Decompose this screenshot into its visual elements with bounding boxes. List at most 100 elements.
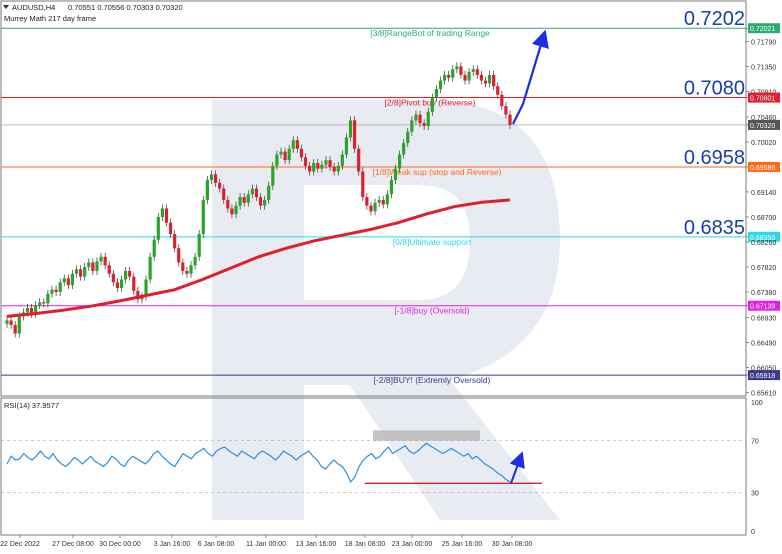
price-tick-label: 0.69140 — [751, 190, 776, 197]
time-tick-label: 6 Jan 08:00 — [198, 541, 235, 548]
rsi-tick-label: 70 — [751, 439, 759, 446]
candle-down — [132, 276, 136, 291]
candle-up — [62, 278, 66, 283]
candle-down — [295, 140, 299, 149]
price-tag-label: 0.70801 — [750, 96, 775, 103]
candle-down — [365, 197, 369, 206]
candle-down — [218, 182, 222, 189]
candle-up — [250, 188, 254, 195]
candle-up — [344, 137, 349, 155]
candle-down — [332, 166, 336, 172]
candle-down — [168, 222, 173, 235]
candle-up — [414, 114, 418, 121]
candle-up — [58, 282, 62, 292]
candle-up — [5, 320, 9, 324]
candle-down — [177, 248, 181, 263]
candle-down — [111, 273, 115, 283]
candle-up — [267, 185, 271, 200]
time-tick-label: 13 Jan 16:00 — [296, 541, 337, 548]
candle-down — [222, 188, 226, 200]
candle-down — [418, 114, 422, 124]
level-big-value: 0.6958 — [684, 147, 745, 169]
level-label: [1/8]Weak sup (stop and Reverse) — [373, 167, 502, 177]
candle-up — [487, 74, 492, 84]
candle-down — [9, 320, 13, 325]
candle-up — [377, 199, 381, 203]
candle-up — [152, 239, 156, 257]
candle-up — [46, 293, 50, 304]
candle-up — [324, 160, 328, 165]
candle-up — [95, 261, 99, 271]
candle-up — [402, 143, 406, 155]
candle-up — [393, 168, 398, 181]
price-tag-label: 0.72021 — [750, 26, 775, 33]
price-tag-label: 0.67139 — [750, 304, 775, 311]
level-label: [2/8]Pivot buy (Reverse) — [384, 98, 475, 108]
level-label: [3/8]RangeBot of trading Range — [370, 28, 490, 38]
candle-down — [185, 270, 189, 274]
candle-up — [385, 194, 389, 205]
candle-up — [87, 262, 91, 267]
candle-down — [242, 197, 246, 203]
candle-up — [160, 208, 164, 217]
chart-canvas: [3/8]RangeBot of trading Range 0.7202 [2/8… — [0, 0, 782, 554]
level-big-value: 0.6835 — [684, 217, 745, 239]
candle-down — [254, 188, 259, 198]
candle-down — [508, 114, 512, 125]
candle-down — [479, 74, 483, 81]
candle-down — [226, 199, 230, 209]
header-indicator: Murrey Math 217 day frame — [4, 14, 96, 23]
candle-up — [467, 72, 471, 81]
rsi-tick-label: 100 — [751, 400, 763, 407]
candle-down — [353, 120, 357, 149]
candle-up — [406, 131, 410, 144]
candle-up — [434, 89, 438, 98]
candle-down — [422, 123, 426, 127]
price-tick-label: 0.71350 — [751, 64, 776, 71]
candle-up — [83, 266, 87, 277]
candle-down — [483, 80, 488, 84]
time-tick-label: 23 Jan 00:00 — [392, 541, 433, 548]
candle-down — [115, 282, 120, 289]
candle-up — [99, 256, 103, 262]
candle-up — [263, 199, 267, 206]
candle-down — [79, 269, 83, 277]
candle-up — [471, 69, 475, 73]
candle-down — [308, 165, 312, 172]
candle-up — [275, 154, 279, 166]
candle-down — [463, 74, 467, 81]
price-tick-label: 0.70020 — [751, 140, 776, 147]
candle-down — [258, 197, 263, 206]
candle-up — [287, 148, 291, 161]
candle-up — [234, 205, 238, 215]
candle-down — [492, 74, 496, 87]
level-label: [0/8]Ultimate support — [393, 237, 472, 247]
candle-up — [70, 273, 75, 286]
candle-down — [369, 205, 373, 212]
candle-up — [271, 165, 275, 186]
candle-down — [107, 265, 111, 274]
candle-down — [475, 69, 479, 75]
candle-down — [54, 289, 58, 292]
price-tag-label: 0.69580 — [750, 165, 775, 172]
candle-up — [426, 111, 430, 127]
time-tick-label: 3 Jan 16:00 — [154, 541, 191, 548]
rsi-tick-label: 0 — [751, 529, 755, 536]
candle-up — [438, 80, 443, 90]
candle-up — [189, 265, 193, 274]
candle-up — [193, 256, 197, 266]
price-tick-label: 0.68700 — [751, 215, 776, 222]
candle-up — [397, 154, 402, 169]
candle-up — [246, 194, 250, 203]
time-tick-label: 30 Dec 00:00 — [99, 541, 141, 548]
candle-up — [336, 165, 340, 172]
candle-down — [496, 86, 500, 95]
candle-down — [328, 160, 332, 167]
candle-up — [205, 180, 209, 200]
candle-up — [156, 216, 160, 240]
candle-up — [279, 151, 283, 155]
candle-down — [66, 278, 70, 286]
rsi-label: RSI(14) 37.9577 — [4, 401, 59, 410]
level-label: [-2/8]BUY! (Extremly Oversold) — [374, 375, 491, 385]
rsi-tick-label: 30 — [751, 490, 759, 497]
